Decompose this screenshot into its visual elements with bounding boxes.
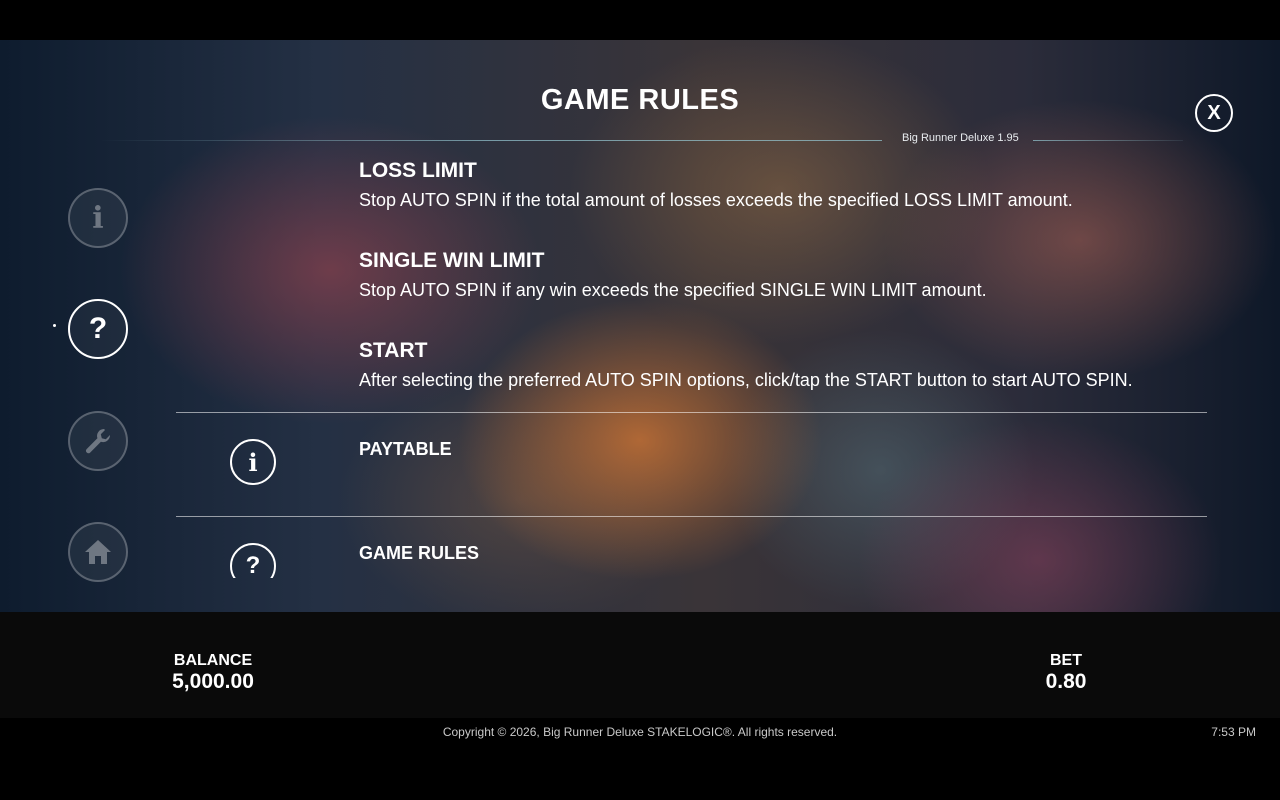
menu-item-label: GAME RULES <box>359 543 480 563</box>
menu-item-label: PAYTABLE <box>359 439 452 459</box>
close-button[interactable]: X <box>1195 94 1233 132</box>
page-title: GAME RULES <box>540 84 740 116</box>
rule-heading: LOSS LIMIT <box>359 159 477 182</box>
info-icon: i <box>230 439 276 485</box>
menu-item-paytable[interactable]: i PAYTABLE <box>176 413 1207 513</box>
rule-text: Stop AUTO SPIN if any win exceeds the sp… <box>359 280 987 300</box>
bet-label: BET <box>1050 652 1082 669</box>
rule-heading: START <box>359 339 428 362</box>
rules-content[interactable]: LOSS LIMIT Stop AUTO SPIN if the total a… <box>0 148 1280 578</box>
bet-value: 0.80 <box>1045 670 1087 693</box>
version-label: Big Runner Deluxe 1.95 <box>902 132 1019 144</box>
clock: 7:53 PM <box>1211 725 1256 739</box>
rule-start: START After selecting the preferred AUTO… <box>359 338 1219 392</box>
rule-heading: SINGLE WIN LIMIT <box>359 249 545 272</box>
header-divider-left <box>100 140 882 141</box>
close-icon: X <box>1207 101 1221 124</box>
question-icon: ? <box>230 543 276 578</box>
rule-text: Stop AUTO SPIN if the total amount of lo… <box>359 190 1073 210</box>
footer: Copyright © 2026, Big Runner Deluxe STAK… <box>0 718 1280 800</box>
status-bar: BALANCE 5,000.00 BET 0.80 <box>0 612 1280 718</box>
rule-single-win-limit: SINGLE WIN LIMIT Stop AUTO SPIN if any w… <box>359 248 1219 302</box>
copyright-text: Copyright © 2026, Big Runner Deluxe STAK… <box>442 725 838 739</box>
header-divider-right <box>1033 140 1183 141</box>
rule-loss-limit: LOSS LIMIT Stop AUTO SPIN if the total a… <box>359 158 1219 212</box>
balance-display: BALANCE 5,000.00 <box>163 652 263 694</box>
balance-label: BALANCE <box>173 652 253 669</box>
game-rules-panel: GAME RULES Big Runner Deluxe 1.95 X i ? … <box>0 40 1280 612</box>
menu-item-game-rules[interactable]: ? GAME RULES <box>176 517 1207 578</box>
balance-value: 5,000.00 <box>172 670 254 693</box>
top-bar <box>0 0 1280 40</box>
bet-display: BET 0.80 <box>1026 652 1106 694</box>
rule-text: After selecting the preferred AUTO SPIN … <box>359 370 1133 390</box>
